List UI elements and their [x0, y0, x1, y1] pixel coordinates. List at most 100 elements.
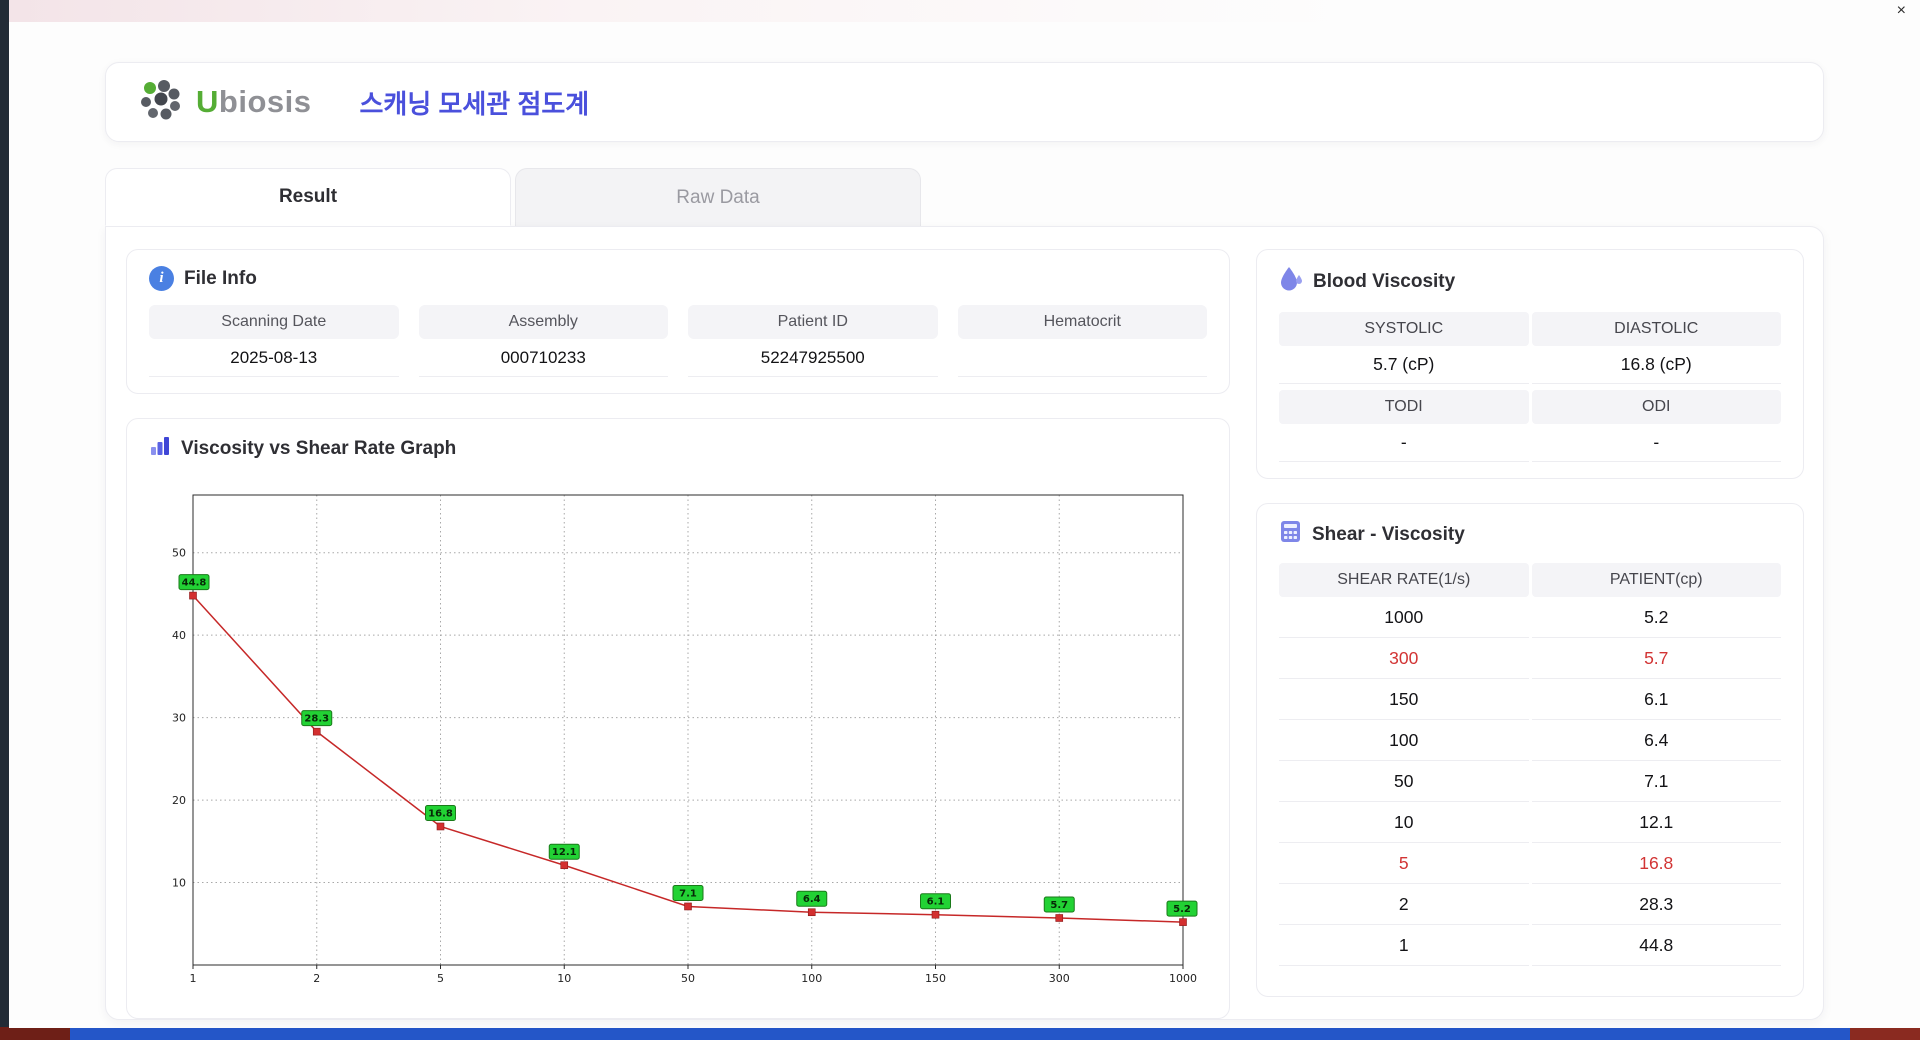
field-label: Hematocrit [958, 305, 1208, 339]
left-column: i File Info Scanning Date 2025-08-13 Ass… [126, 249, 1230, 997]
svg-text:6.1: 6.1 [927, 897, 945, 908]
field-label: Assembly [419, 305, 669, 339]
tab-raw-data-label: Raw Data [676, 187, 759, 209]
svg-text:7.1: 7.1 [679, 888, 697, 899]
patient-cp-cell: 16.8 [1532, 843, 1782, 884]
svg-text:1000: 1000 [1169, 972, 1197, 985]
file-info-title: File Info [184, 268, 257, 290]
blood-viscosity-card: Blood Viscosity SYSTOLIC DIASTOLIC 5.7 (… [1256, 249, 1804, 479]
right-column: Blood Viscosity SYSTOLIC DIASTOLIC 5.7 (… [1256, 249, 1804, 997]
svg-text:300: 300 [1049, 972, 1070, 985]
patient-cp-cell: 7.1 [1532, 761, 1782, 802]
diastolic-value: 16.8 (cP) [1532, 346, 1782, 384]
svg-text:44.8: 44.8 [182, 578, 207, 589]
result-panel: i File Info Scanning Date 2025-08-13 Ass… [105, 226, 1824, 1020]
viscosity-shear-chart: 10203040501251050100150300100044.828.316… [149, 477, 1207, 1002]
todi-value: - [1279, 424, 1529, 462]
shear-viscosity-title-row: Shear - Viscosity [1279, 520, 1781, 549]
desktop-corner-left [0, 1027, 70, 1040]
droplets-icon [1279, 266, 1303, 298]
desktop-corner-right [1850, 1027, 1920, 1040]
svg-text:100: 100 [801, 972, 822, 985]
svg-text:30: 30 [172, 712, 186, 725]
field-value [958, 339, 1208, 377]
viscosity-graph-card: Viscosity vs Shear Rate Graph 1020304050… [126, 418, 1230, 1019]
patient-cp-cell: 44.8 [1532, 925, 1782, 966]
patient-cp-cell: 28.3 [1532, 884, 1782, 925]
patient-cp-cell: 6.4 [1532, 720, 1782, 761]
shear-rate-header: SHEAR RATE(1/s) [1279, 563, 1529, 597]
brand: Ubiosis [140, 79, 311, 126]
file-info-fields: Scanning Date 2025-08-13 Assembly 000710… [149, 305, 1207, 377]
svg-text:12.1: 12.1 [552, 847, 577, 858]
odi-header: ODI [1532, 390, 1782, 424]
field-value: 52247925500 [688, 339, 938, 377]
svg-text:28.3: 28.3 [304, 714, 329, 725]
shear-rate-cell: 150 [1279, 679, 1529, 720]
brand-name: Ubiosis [196, 84, 311, 120]
field-patient-id: Patient ID 52247925500 [688, 305, 938, 377]
svg-text:10: 10 [172, 877, 186, 890]
shear-rate-cell: 1000 [1279, 597, 1529, 638]
screen: × [0, 0, 1920, 1040]
field-value: 2025-08-13 [149, 339, 399, 377]
svg-text:150: 150 [925, 972, 946, 985]
window-titlebar: × [9, 0, 1920, 22]
patient-cp-cell: 6.1 [1532, 679, 1782, 720]
file-info-card: i File Info Scanning Date 2025-08-13 Ass… [126, 249, 1230, 394]
graph-title-row: Viscosity vs Shear Rate Graph [149, 435, 1207, 463]
shear-rate-cell: 10 [1279, 802, 1529, 843]
shear-rate-cell: 50 [1279, 761, 1529, 802]
shear-viscosity-title: Shear - Viscosity [1312, 524, 1465, 546]
shear-rate-cell: 5 [1279, 843, 1529, 884]
tab-result[interactable]: Result [105, 168, 511, 226]
file-info-title-row: i File Info [149, 266, 1207, 291]
diastolic-header: DIASTOLIC [1532, 312, 1782, 346]
svg-text:10: 10 [557, 972, 571, 985]
patient-cp-cell: 12.1 [1532, 802, 1782, 843]
tab-result-label: Result [279, 186, 337, 208]
shear-rate-cell: 1 [1279, 925, 1529, 966]
tab-raw-data[interactable]: Raw Data [515, 168, 921, 226]
shear-rate-cell: 100 [1279, 720, 1529, 761]
todi-header: TODI [1279, 390, 1529, 424]
patient-cp-header: PATIENT(cp) [1532, 563, 1782, 597]
svg-text:50: 50 [681, 972, 695, 985]
field-label: Patient ID [688, 305, 938, 339]
odi-value: - [1532, 424, 1782, 462]
svg-text:5.2: 5.2 [1173, 904, 1191, 915]
blood-viscosity-table: SYSTOLIC DIASTOLIC 5.7 (cP) 16.8 (cP) TO… [1279, 312, 1781, 462]
patient-cp-cell: 5.7 [1532, 638, 1782, 679]
shear-rate-cell: 2 [1279, 884, 1529, 925]
calculator-icon [1279, 520, 1302, 549]
ubiosis-logo-icon [140, 79, 186, 126]
info-icon: i [149, 266, 174, 291]
app-window: × [9, 0, 1920, 1028]
blood-viscosity-title: Blood Viscosity [1313, 271, 1455, 293]
tab-bar: Result Raw Data [105, 168, 1824, 226]
main-area: Ubiosis 스캐닝 모세관 점도계 Result Raw Data [9, 22, 1920, 1028]
patient-cp-cell: 5.2 [1532, 597, 1782, 638]
page-title: 스캐닝 모세관 점도계 [359, 84, 589, 121]
systolic-value: 5.7 (cP) [1279, 346, 1529, 384]
taskbar-strip [0, 1027, 1920, 1040]
field-assembly: Assembly 000710233 [419, 305, 669, 377]
field-scanning-date: Scanning Date 2025-08-13 [149, 305, 399, 377]
svg-text:5.7: 5.7 [1050, 900, 1068, 911]
header-card: Ubiosis 스캐닝 모세관 점도계 [105, 62, 1824, 142]
svg-text:2: 2 [313, 972, 320, 985]
field-label: Scanning Date [149, 305, 399, 339]
shear-rate-cell: 300 [1279, 638, 1529, 679]
svg-text:5: 5 [437, 972, 444, 985]
blood-viscosity-title-row: Blood Viscosity [1279, 266, 1781, 298]
svg-text:20: 20 [172, 794, 186, 807]
field-value: 000710233 [419, 339, 669, 377]
bar-chart-icon [149, 435, 171, 463]
field-hematocrit: Hematocrit [958, 305, 1208, 377]
svg-text:6.4: 6.4 [803, 894, 821, 905]
graph-title: Viscosity vs Shear Rate Graph [181, 438, 456, 460]
close-icon[interactable]: × [1897, 3, 1906, 19]
shear-viscosity-card: Shear - Viscosity SHEAR RATE(1/s) PATIEN… [1256, 503, 1804, 997]
svg-text:50: 50 [172, 547, 186, 560]
svg-text:1: 1 [190, 972, 197, 985]
